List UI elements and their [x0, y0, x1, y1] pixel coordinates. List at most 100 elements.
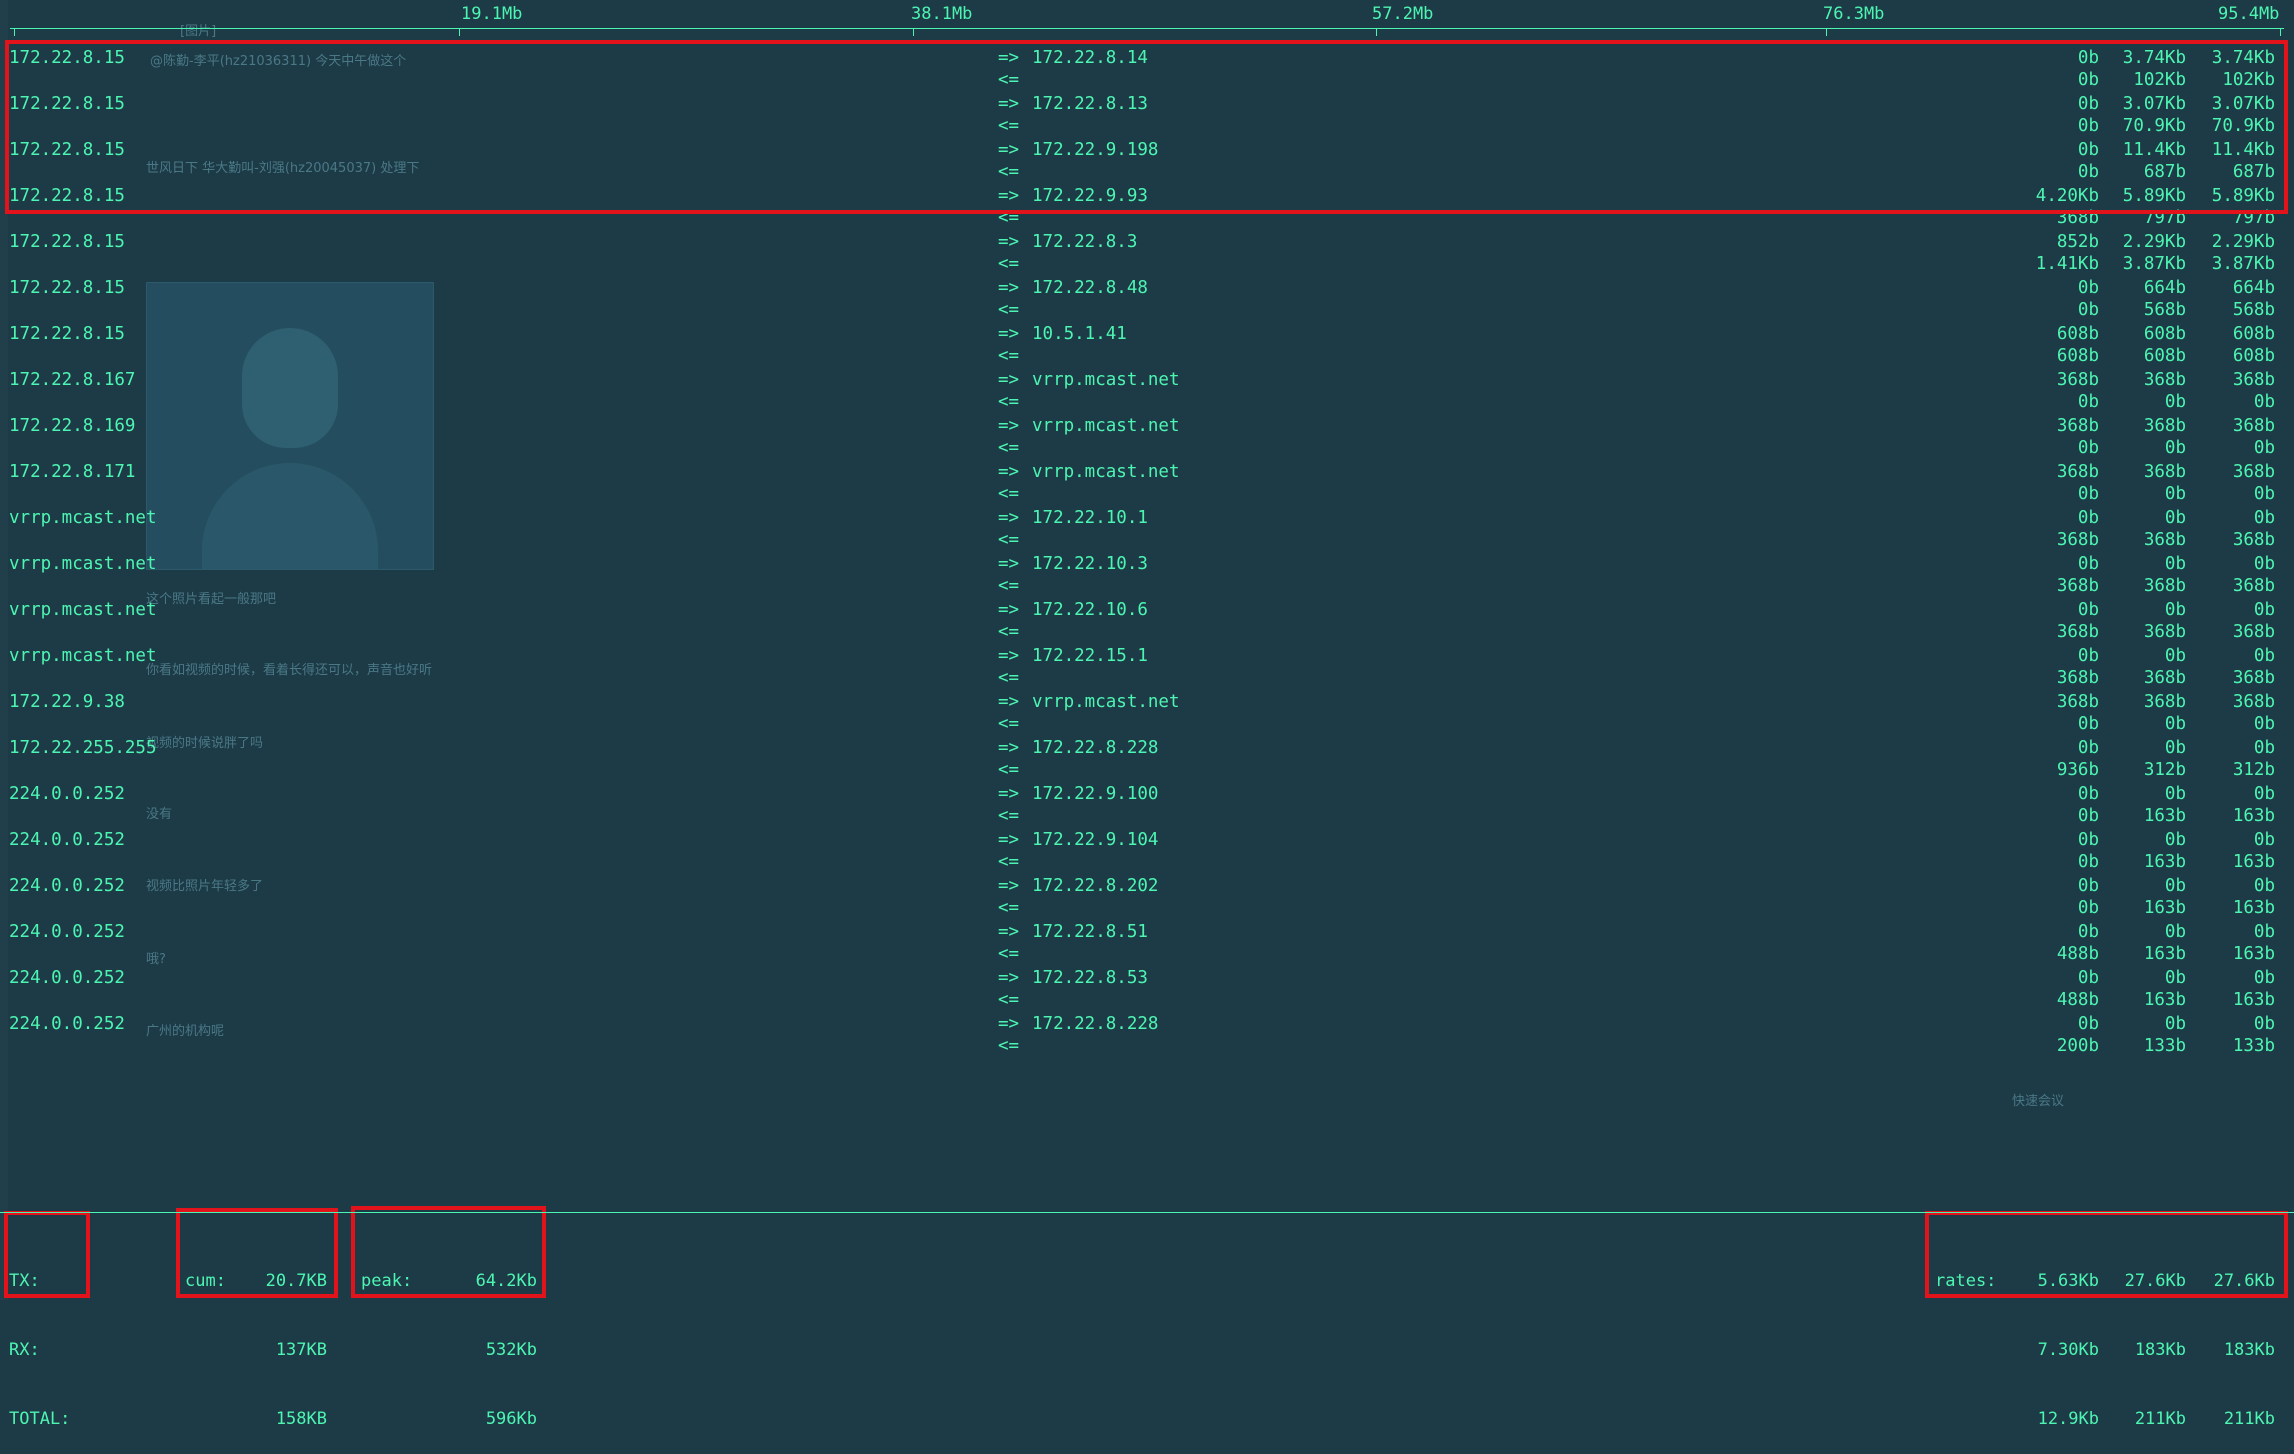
rate-out-40s: 0b — [2253, 830, 2275, 850]
rate-out-10s: 664b — [2143, 278, 2186, 298]
scale-tick — [1826, 28, 1827, 36]
destination-host: 172.22.9.104 — [1032, 830, 1159, 850]
rate-tx-40s: 27.6Kb — [2213, 1271, 2275, 1291]
rate-out-2s: 0b — [2077, 94, 2099, 114]
rate-out-2s: 0b — [2077, 278, 2099, 298]
inbound-arrow: <= — [998, 576, 1020, 596]
rate-in-40s: 70.9Kb — [2211, 116, 2275, 136]
connection-row: 172.22.8.15 => 172.22.8.48 <= 0b 664b 664b 0b 56… — [0, 278, 2294, 324]
rate-out-40s: 0b — [2253, 646, 2275, 666]
rate-out-40s: 3.07Kb — [2211, 94, 2275, 114]
source-host: 224.0.0.252 — [9, 968, 125, 988]
rate-in-40s: 368b — [2232, 622, 2275, 642]
rate-rx-10s: 183Kb — [2134, 1340, 2186, 1360]
rate-rx-2s: 7.30Kb — [2037, 1340, 2099, 1360]
scale-label: 38.1Mb — [911, 4, 973, 24]
rate-out-2s: 0b — [2077, 554, 2099, 574]
rate-in-10s: 163b — [2143, 990, 2186, 1010]
rate-in-40s: 368b — [2232, 668, 2275, 688]
rate-in-40s: 163b — [2232, 898, 2275, 918]
inbound-arrow: <= — [998, 162, 1020, 182]
inbound-arrow: <= — [998, 990, 1020, 1010]
rate-in-10s: 0b — [2164, 714, 2186, 734]
rate-in-10s: 0b — [2164, 484, 2186, 504]
cum-rx-value: 137KB — [275, 1340, 327, 1360]
cum-total-value: 158KB — [275, 1409, 327, 1429]
rate-in-2s: 488b — [2056, 990, 2099, 1010]
outbound-arrow: => — [998, 830, 1020, 850]
source-host: 172.22.255.255 — [9, 738, 157, 758]
inbound-arrow: <= — [998, 898, 1020, 918]
rate-out-10s: 3.07Kb — [2122, 94, 2186, 114]
rate-in-2s: 200b — [2056, 1036, 2099, 1056]
connection-list: 172.22.8.15 => 172.22.8.14 <= 0b 3.74Kb 3.74Kb… — [0, 48, 2294, 1060]
destination-host: 172.22.9.100 — [1032, 784, 1159, 804]
footer-divider — [0, 1212, 2294, 1213]
scale-label: 76.3Mb — [1823, 4, 1885, 24]
rate-out-2s: 0b — [2077, 600, 2099, 620]
inbound-arrow: <= — [998, 70, 1020, 90]
outbound-arrow: => — [998, 876, 1020, 896]
rate-out-40s: 0b — [2253, 876, 2275, 896]
inbound-arrow: <= — [998, 116, 1020, 136]
inbound-arrow: <= — [998, 852, 1020, 872]
rate-out-2s: 0b — [2077, 922, 2099, 942]
rate-in-10s: 368b — [2143, 622, 2186, 642]
rate-in-40s: 797b — [2232, 208, 2275, 228]
rate-in-2s: 0b — [2077, 392, 2099, 412]
rate-in-10s: 368b — [2143, 668, 2186, 688]
inbound-arrow: <= — [998, 530, 1020, 550]
connection-row: 172.22.8.167 => vrrp.mcast.net <= 368b 368b 36… — [0, 370, 2294, 416]
rate-in-10s: 368b — [2143, 530, 2186, 550]
connection-row: 224.0.0.252 => 172.22.8.53 <= 0b 0b 0b 488b 163b… — [0, 968, 2294, 1014]
rate-out-2s: 368b — [2056, 692, 2099, 712]
rate-out-2s: 0b — [2077, 784, 2099, 804]
destination-host: 172.22.8.228 — [1032, 738, 1159, 758]
rate-in-40s: 133b — [2232, 1036, 2275, 1056]
source-host: 172.22.8.15 — [9, 94, 125, 114]
inbound-arrow: <= — [998, 806, 1020, 826]
inbound-arrow: <= — [998, 668, 1020, 688]
connection-row: 172.22.255.255 => 172.22.8.228 <= 0b 0b 0b 936b… — [0, 738, 2294, 784]
rate-in-2s: 0b — [2077, 852, 2099, 872]
rate-out-40s: 0b — [2253, 600, 2275, 620]
rate-in-2s: 368b — [2056, 668, 2099, 688]
rate-out-10s: 0b — [2164, 876, 2186, 896]
rate-out-40s: 368b — [2232, 416, 2275, 436]
connection-row: 172.22.8.15 => 10.5.1.41 <= 608b 608b 608b 608b… — [0, 324, 2294, 370]
rate-in-2s: 0b — [2077, 116, 2099, 136]
rate-in-10s: 0b — [2164, 392, 2186, 412]
outbound-arrow: => — [998, 646, 1020, 666]
outbound-arrow: => — [998, 186, 1020, 206]
inbound-arrow: <= — [998, 622, 1020, 642]
rate-in-40s: 368b — [2232, 530, 2275, 550]
source-host: 172.22.8.15 — [9, 324, 125, 344]
rate-out-2s: 368b — [2056, 370, 2099, 390]
rate-out-2s: 608b — [2056, 324, 2099, 344]
outbound-arrow: => — [998, 416, 1020, 436]
inbound-arrow: <= — [998, 438, 1020, 458]
rate-in-10s: 0b — [2164, 438, 2186, 458]
rates-label: rates: — [1935, 1271, 1997, 1291]
rate-in-10s: 163b — [2143, 898, 2186, 918]
source-host: vrrp.mcast.net — [9, 554, 157, 574]
destination-host: vrrp.mcast.net — [1032, 370, 1180, 390]
destination-host: 172.22.8.14 — [1032, 48, 1148, 68]
destination-host: 172.22.9.93 — [1032, 186, 1148, 206]
rate-in-40s: 0b — [2253, 438, 2275, 458]
inbound-arrow: <= — [998, 254, 1020, 274]
scale-axis-line — [10, 28, 2284, 29]
cum-label: cum: — [185, 1271, 226, 1291]
source-host: 172.22.8.167 — [9, 370, 136, 390]
rate-in-10s: 163b — [2143, 944, 2186, 964]
inbound-arrow: <= — [998, 714, 1020, 734]
rate-out-10s: 2.29Kb — [2122, 232, 2186, 252]
footer-labels: TX: RX: TOTAL: — [9, 1224, 70, 1454]
source-host: 224.0.0.252 — [9, 876, 125, 896]
rate-out-2s: 0b — [2077, 48, 2099, 68]
source-host: 172.22.8.15 — [9, 140, 125, 160]
connection-row: 172.22.8.15 => 172.22.9.198 <= 0b 11.4Kb 11.4K… — [0, 140, 2294, 186]
scale-label: 57.2Mb — [1372, 4, 1434, 24]
rate-out-10s: 11.4Kb — [2122, 140, 2186, 160]
source-host: vrrp.mcast.net — [9, 646, 157, 666]
